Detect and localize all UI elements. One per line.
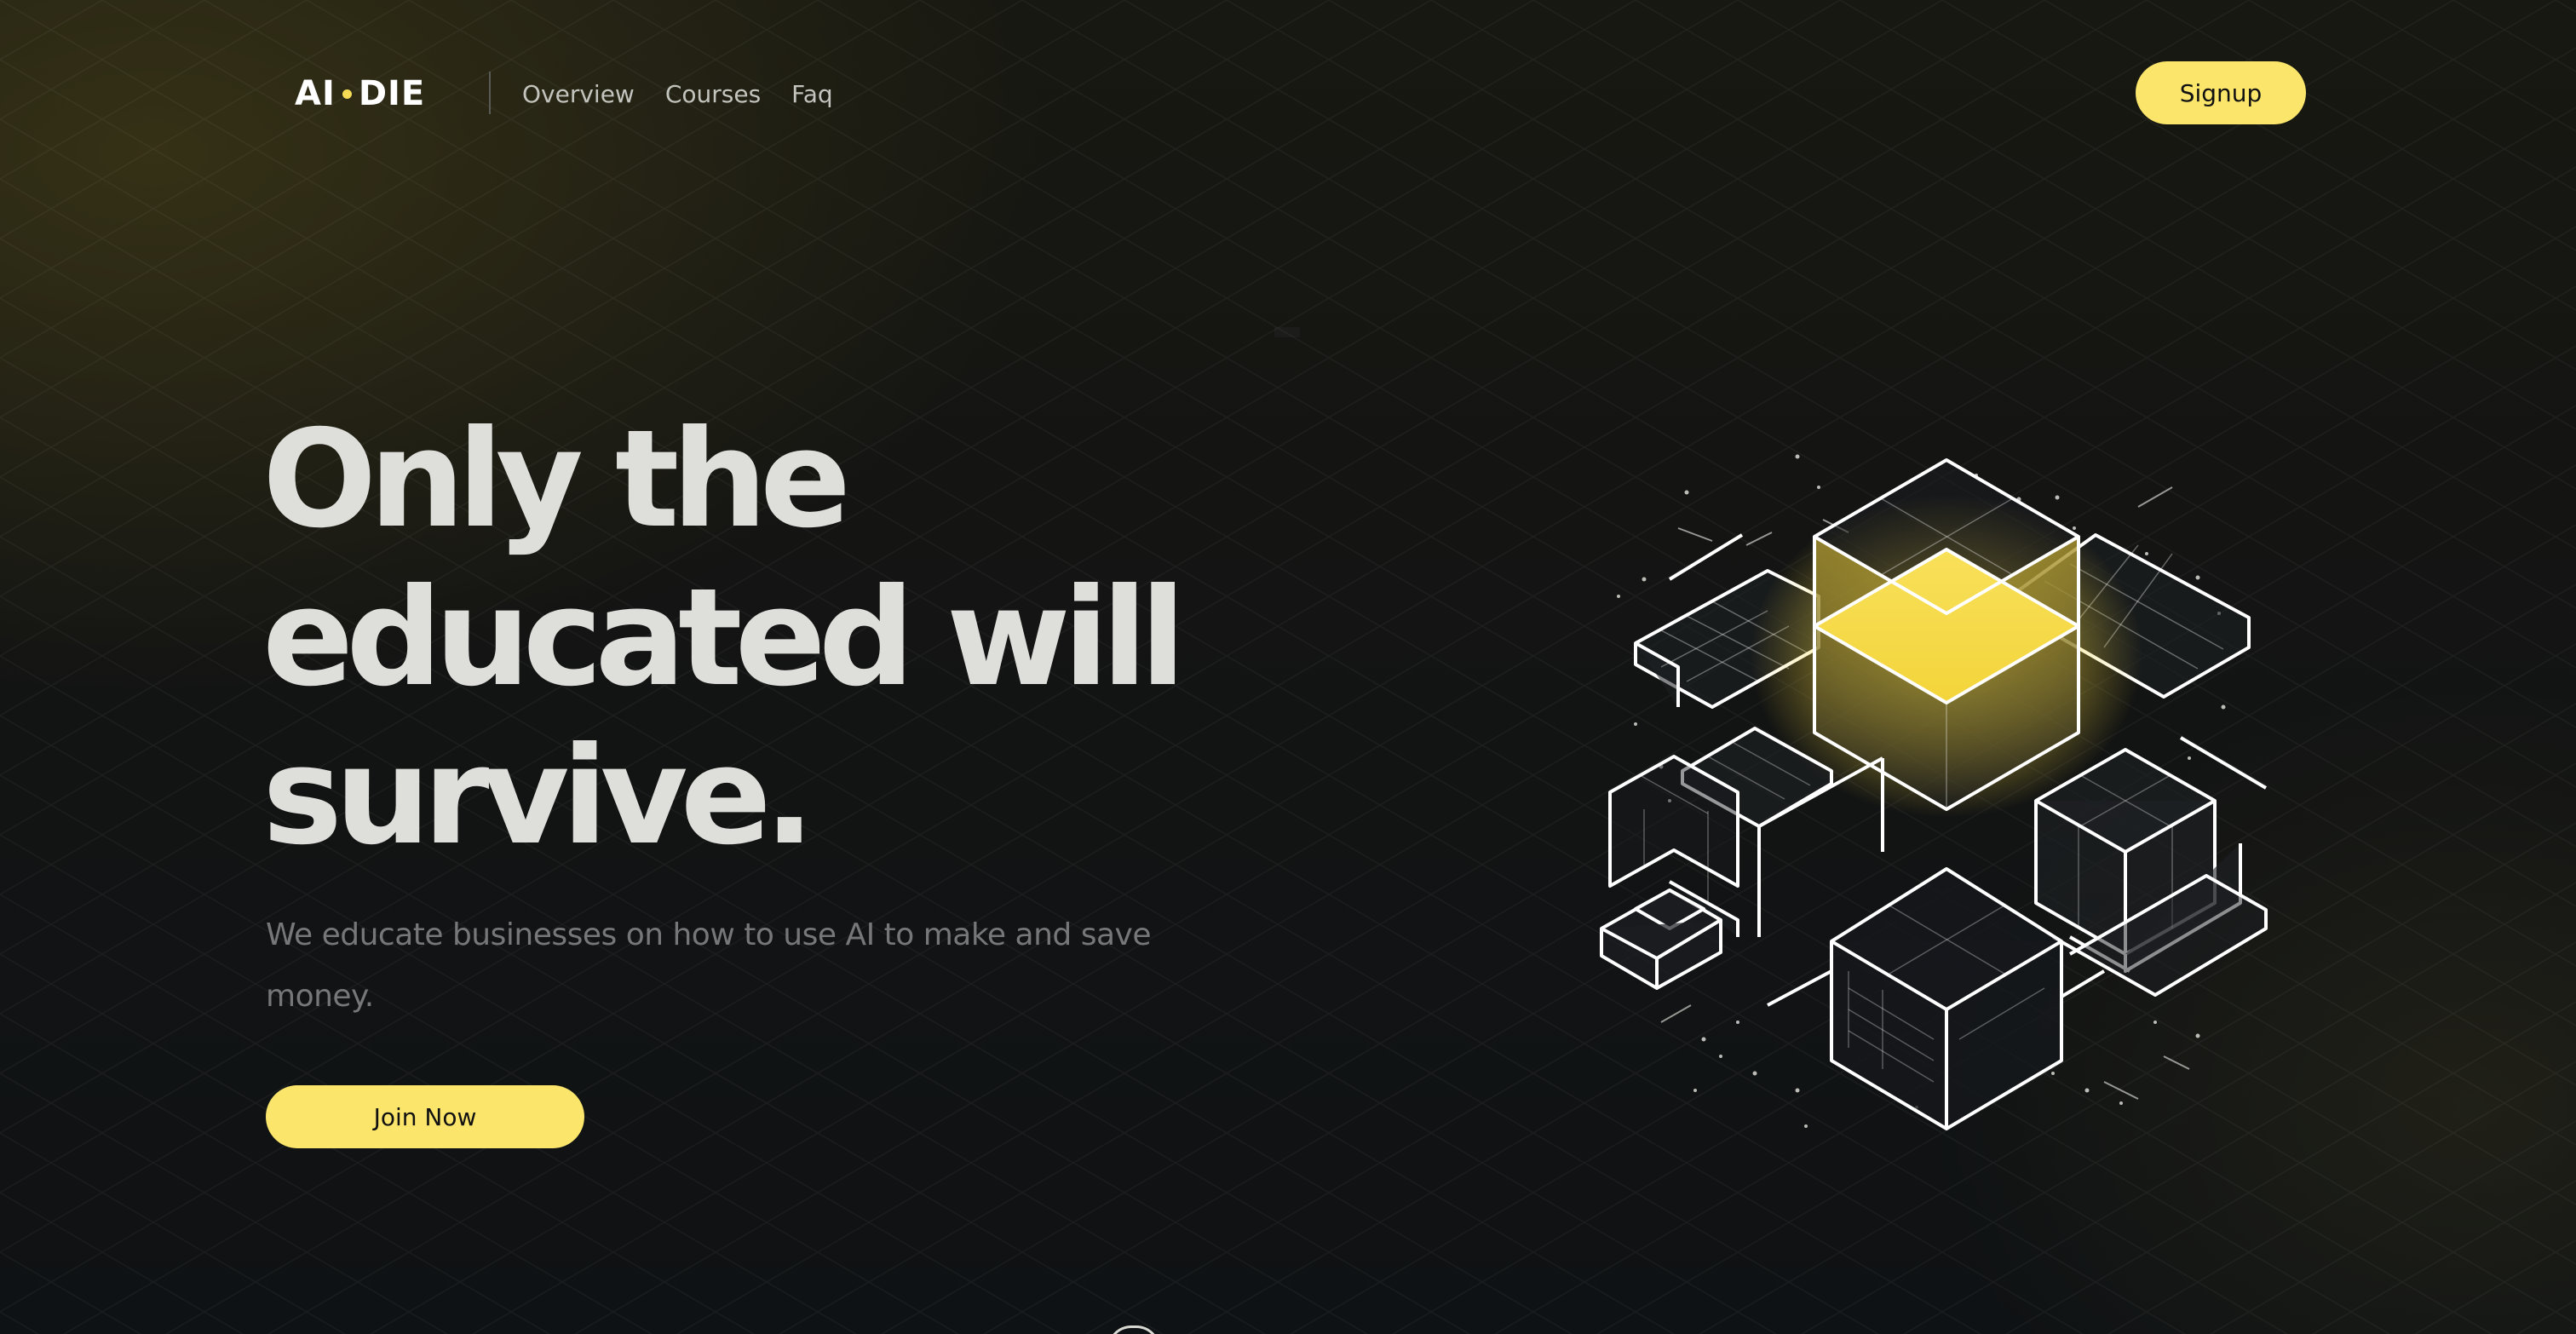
nav-link-courses[interactable]: Courses	[665, 80, 761, 108]
logo-dot-icon	[342, 89, 352, 99]
nav-divider	[489, 72, 491, 114]
nav-links: Overview Courses Faq	[522, 73, 833, 114]
isometric-cube-illustration	[1600, 454, 2268, 1130]
hero-subtitle: We educate businesses on how to use AI t…	[266, 917, 1151, 1014]
faint-decorative-mark	[1274, 327, 1300, 337]
logo-text-right: DIE	[358, 74, 426, 113]
logo-text-left: AI	[295, 74, 336, 113]
join-now-button[interactable]: Join Now	[266, 1085, 584, 1148]
nav-link-faq[interactable]: Faq	[791, 80, 832, 108]
brand-logo[interactable]: AI DIE	[295, 70, 425, 118]
hero-title-line-1: Only the	[262, 401, 851, 558]
top-navigation: AI DIE Overview Courses Faq Signup	[0, 0, 2576, 187]
nav-link-overview[interactable]: Overview	[522, 80, 635, 108]
hero-title: Only the educated will survive.	[262, 400, 1285, 876]
hero-title-line-2: educated will	[262, 560, 1186, 716]
signup-button[interactable]: Signup	[2136, 61, 2306, 124]
landing-page: AI DIE Overview Courses Faq Signup Only …	[0, 0, 2576, 1334]
hero-title-line-3: survive.	[262, 718, 815, 875]
